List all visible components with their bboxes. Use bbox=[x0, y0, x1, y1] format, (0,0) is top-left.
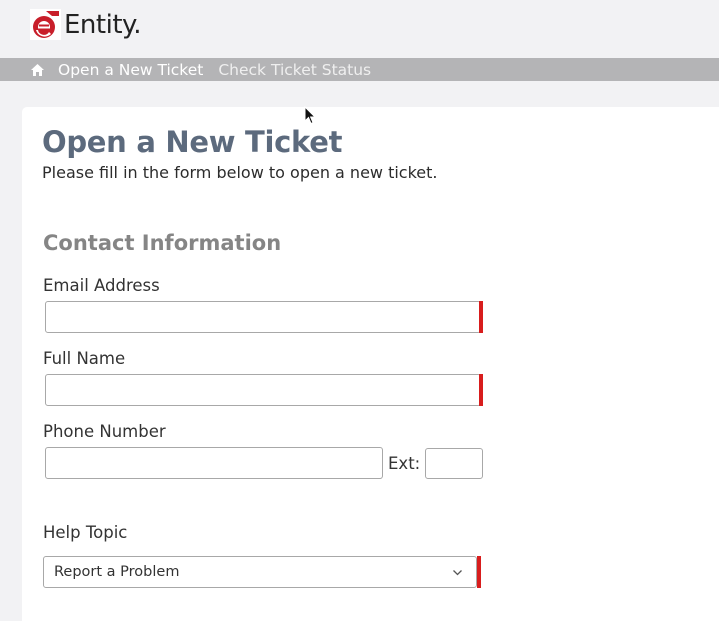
brand-logo[interactable]: Entity. bbox=[30, 9, 141, 40]
ext-label: Ext: bbox=[388, 454, 421, 473]
full-name-required-indicator bbox=[479, 374, 483, 406]
logo-mark-icon bbox=[30, 9, 61, 40]
full-name-field[interactable] bbox=[45, 374, 481, 406]
email-required-indicator bbox=[479, 301, 483, 333]
mouse-cursor-icon bbox=[304, 106, 316, 125]
phone-field[interactable] bbox=[45, 447, 383, 479]
nav-check-status-link[interactable]: Check Ticket Status bbox=[218, 61, 371, 79]
help-topic-required-indicator bbox=[477, 556, 481, 588]
email-label: Email Address bbox=[43, 276, 160, 295]
chevron-down-icon bbox=[453, 570, 462, 576]
top-nav: Open a New Ticket Check Ticket Status bbox=[0, 58, 719, 81]
page-title: Open a New Ticket bbox=[42, 125, 343, 159]
help-topic-label: Help Topic bbox=[43, 523, 128, 542]
home-icon[interactable] bbox=[30, 62, 46, 78]
full-name-label: Full Name bbox=[43, 349, 126, 368]
ticket-form-card: Open a New Ticket Please fill in the for… bbox=[22, 107, 719, 621]
phone-ext-field[interactable] bbox=[425, 448, 483, 479]
email-field[interactable] bbox=[45, 301, 481, 333]
site-header: Entity. bbox=[0, 0, 719, 58]
contact-section-title: Contact Information bbox=[43, 231, 282, 255]
phone-label: Phone Number bbox=[43, 422, 166, 441]
brand-name: Entity. bbox=[64, 9, 141, 40]
nav-open-ticket-link[interactable]: Open a New Ticket bbox=[58, 61, 203, 79]
help-topic-selected-value: Report a Problem bbox=[54, 564, 180, 580]
help-topic-select[interactable]: Report a Problem bbox=[43, 556, 477, 588]
page-subtitle: Please fill in the form below to open a … bbox=[42, 163, 438, 182]
